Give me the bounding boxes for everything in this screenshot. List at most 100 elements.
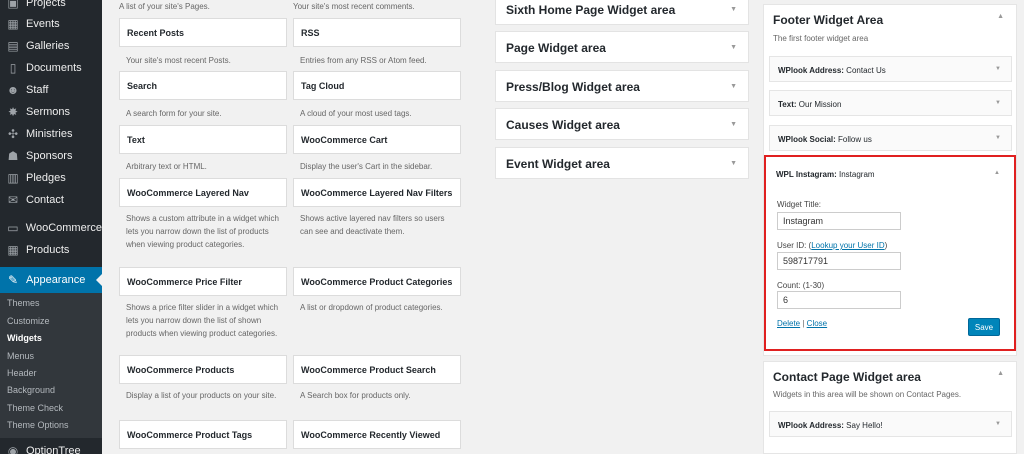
widget-title-input[interactable]: [777, 212, 901, 230]
widget-header[interactable]: WPL Instagram: Instagram: [776, 170, 875, 179]
instagram-widget-form: WPL Instagram: Instagram ▲ Widget Title:…: [764, 155, 1016, 351]
menu-galleries[interactable]: ▤ Galleries: [0, 35, 102, 57]
menu-contact[interactable]: ✉ Contact: [0, 189, 102, 211]
widget-desc: Your site's most recent comments.: [293, 2, 415, 11]
widget-desc: Display a list of your products on your …: [126, 391, 277, 400]
save-button[interactable]: Save: [968, 318, 1000, 336]
staff-icon: ☻: [6, 83, 20, 97]
menu-sermons[interactable]: ✸ Sermons: [0, 101, 102, 123]
panel-desc: Widgets in this area will be shown on Co…: [773, 390, 962, 399]
widget-woocommerce-product-tags[interactable]: WooCommerce Product Tags: [119, 420, 287, 449]
count-label: Count: (1-30): [777, 281, 825, 290]
galleries-icon: ▤: [7, 39, 19, 53]
chevron-up-icon[interactable]: ▲: [997, 13, 1004, 20]
widget-woocommerce-product-categories[interactable]: WooCommerce Product Categories: [293, 267, 461, 296]
widget-woocommerce-cart[interactable]: WooCommerce Cart: [293, 125, 461, 154]
chevron-down-icon: ▼: [995, 100, 1001, 106]
documents-icon: ▯: [9, 61, 17, 75]
widget-desc: A cloud of your most used tags.: [300, 109, 412, 118]
menu-documents[interactable]: ▯ Documents: [0, 57, 102, 79]
widget-row-wplook-address-contact[interactable]: WPlook Address: Say Hello! ▼: [769, 411, 1012, 437]
widget-control-links: Delete | Close: [777, 319, 828, 328]
close-link[interactable]: Close: [807, 319, 827, 328]
widget-woocommerce-products[interactable]: WooCommerce Products: [119, 355, 287, 384]
sermons-icon: ✸: [7, 105, 19, 119]
area-causes[interactable]: Causes Widget area ▼: [495, 108, 749, 140]
ministries-icon: ✣: [7, 127, 19, 141]
menu-staff[interactable]: ☻ Staff: [0, 79, 102, 101]
menu-ministries[interactable]: ✣ Ministries: [0, 123, 102, 145]
lookup-user-id-link[interactable]: Lookup your User ID: [811, 241, 884, 250]
chevron-down-icon: ▼: [730, 44, 737, 51]
widget-tag-cloud[interactable]: Tag Cloud: [293, 71, 461, 100]
woocommerce-icon: ▭: [7, 221, 19, 235]
widget-row-wplook-address[interactable]: WPlook Address: Contact Us ▼: [769, 56, 1012, 82]
chevron-down-icon: ▼: [995, 135, 1001, 141]
widget-woocommerce-layered-nav-filters[interactable]: WooCommerce Layered Nav Filters: [293, 178, 461, 207]
chevron-down-icon: ▼: [730, 6, 737, 13]
area-sixth-home-page[interactable]: Sixth Home Page Widget area ▼: [495, 0, 749, 25]
area-press-blog[interactable]: Press/Blog Widget area ▼: [495, 70, 749, 102]
widget-title-label: Widget Title:: [777, 200, 822, 209]
widget-woocommerce-layered-nav[interactable]: WooCommerce Layered Nav: [119, 178, 287, 207]
menu-projects[interactable]: ▣ Projects: [0, 0, 102, 14]
widget-row-text[interactable]: Text: Our Mission ▼: [769, 90, 1012, 116]
widget-row-wplook-social[interactable]: WPlook Social: Follow us ▼: [769, 125, 1012, 151]
chevron-down-icon: ▼: [995, 66, 1001, 72]
optiontree-icon: ◉: [7, 444, 19, 454]
submenu-themes[interactable]: Themes: [7, 298, 40, 308]
widget-desc: Entries from any RSS or Atom feed.: [300, 56, 427, 65]
projects-icon: ▣: [7, 0, 19, 10]
submenu-menus[interactable]: Menus: [7, 351, 34, 361]
menu-events[interactable]: ▦ Events: [0, 13, 102, 35]
submenu-widgets[interactable]: Widgets: [7, 333, 42, 343]
widget-recent-posts[interactable]: Recent Posts: [119, 18, 287, 47]
admin-sidebar: ▣ Projects ▦ Events ▤ Galleries ▯ Documents …: [0, 0, 102, 454]
submenu-theme-check[interactable]: Theme Check: [7, 403, 63, 413]
menu-appearance[interactable]: ✎ Appearance: [0, 267, 102, 293]
widget-rss[interactable]: RSS: [293, 18, 461, 47]
submenu-background[interactable]: Background: [7, 385, 55, 395]
count-input[interactable]: [777, 291, 901, 309]
sponsors-icon: ☗: [7, 149, 19, 163]
panel-desc: The first footer widget area: [773, 34, 869, 43]
widget-desc: Shows a price filter slider in a widget …: [126, 303, 279, 338]
appearance-icon: ✎: [7, 273, 19, 287]
contact-page-widget-area: Contact Page Widget area Widgets in this…: [763, 361, 1017, 454]
submenu-customize[interactable]: Customize: [7, 316, 50, 326]
delete-link[interactable]: Delete: [777, 319, 800, 328]
menu-sponsors[interactable]: ☗ Sponsors: [0, 145, 102, 167]
chevron-down-icon: ▼: [730, 83, 737, 90]
chevron-up-icon[interactable]: ▲: [997, 370, 1004, 377]
widget-desc: Shows a custom attribute in a widget whi…: [126, 214, 279, 249]
chevron-down-icon: ▼: [730, 160, 737, 167]
contact-icon: ✉: [7, 193, 19, 207]
submenu-theme-options[interactable]: Theme Options: [7, 420, 69, 430]
events-icon: ▦: [7, 17, 19, 31]
widget-desc: A search form for your site.: [126, 109, 222, 118]
area-page[interactable]: Page Widget area ▼: [495, 31, 749, 63]
submenu-header[interactable]: Header: [7, 368, 37, 378]
chevron-up-icon[interactable]: ▲: [994, 170, 1000, 176]
widget-desc: A list or dropdown of product categories…: [300, 303, 443, 312]
user-id-input[interactable]: [777, 252, 901, 270]
widget-woocommerce-recently-viewed[interactable]: WooCommerce Recently Viewed: [293, 420, 461, 449]
panel-title: Footer Widget Area: [773, 13, 884, 27]
widget-desc: Arbitrary text or HTML.: [126, 162, 207, 171]
panel-title: Contact Page Widget area: [773, 370, 921, 384]
appearance-submenu: Themes Customize Widgets Menus Header Ba…: [0, 293, 102, 438]
widget-woocommerce-product-search[interactable]: WooCommerce Product Search: [293, 355, 461, 384]
menu-woocommerce[interactable]: ▭ WooCommerce: [0, 217, 102, 239]
menu-products[interactable]: ▦ Products: [0, 239, 102, 261]
menu-pledges[interactable]: ▥ Pledges: [0, 167, 102, 189]
pledges-icon: ▥: [7, 171, 19, 185]
widget-search[interactable]: Search: [119, 71, 287, 100]
menu-optiontree[interactable]: ◉ OptionTree: [0, 440, 102, 454]
products-icon: ▦: [7, 243, 19, 257]
chevron-down-icon: ▼: [995, 421, 1001, 427]
widget-woocommerce-price-filter[interactable]: WooCommerce Price Filter: [119, 267, 287, 296]
area-event[interactable]: Event Widget area ▼: [495, 147, 749, 179]
widget-text[interactable]: Text: [119, 125, 287, 154]
widget-desc: A Search box for products only.: [300, 391, 411, 400]
widget-desc: Display the user's Cart in the sidebar.: [300, 162, 433, 171]
